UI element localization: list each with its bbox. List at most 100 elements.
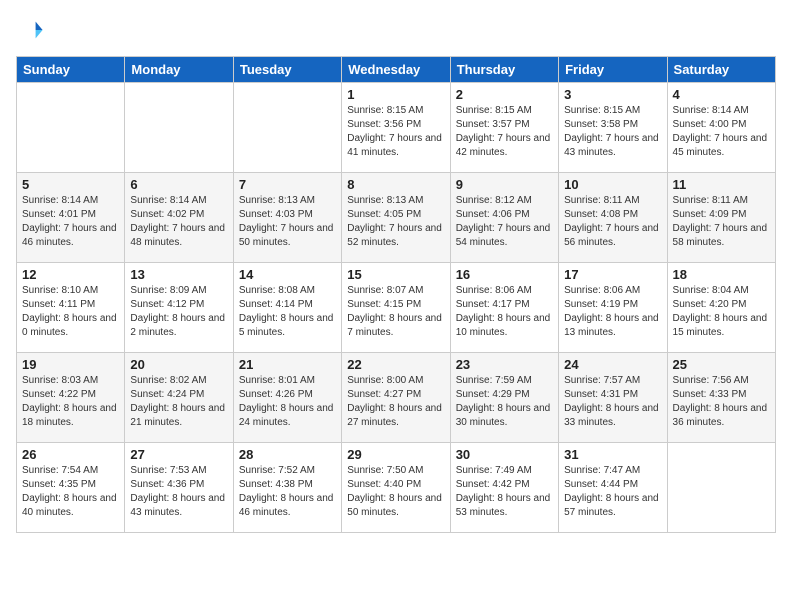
calendar-body: 1 Sunrise: 8:15 AM Sunset: 3:56 PM Daylig… bbox=[17, 83, 776, 533]
day-number: 2 bbox=[456, 87, 553, 102]
calendar-cell: 17 Sunrise: 8:06 AM Sunset: 4:19 PM Dayli… bbox=[559, 263, 667, 353]
day-number: 6 bbox=[130, 177, 227, 192]
day-info: Sunrise: 7:47 AM Sunset: 4:44 PM Dayligh… bbox=[564, 464, 661, 520]
day-number: 12 bbox=[22, 267, 119, 282]
day-info: Sunrise: 7:53 AM Sunset: 4:36 PM Dayligh… bbox=[130, 464, 227, 520]
day-number: 15 bbox=[347, 267, 444, 282]
calendar-cell: 3 Sunrise: 8:15 AM Sunset: 3:58 PM Daylig… bbox=[559, 83, 667, 173]
week-row-4: 19 Sunrise: 8:03 AM Sunset: 4:22 PM Dayli… bbox=[17, 353, 776, 443]
calendar-cell: 5 Sunrise: 8:14 AM Sunset: 4:01 PM Daylig… bbox=[17, 173, 125, 263]
calendar-cell: 27 Sunrise: 7:53 AM Sunset: 4:36 PM Dayli… bbox=[125, 443, 233, 533]
day-info: Sunrise: 8:15 AM Sunset: 3:56 PM Dayligh… bbox=[347, 104, 444, 160]
calendar-cell: 25 Sunrise: 7:56 AM Sunset: 4:33 PM Dayli… bbox=[667, 353, 775, 443]
day-info: Sunrise: 8:08 AM Sunset: 4:14 PM Dayligh… bbox=[239, 284, 336, 340]
day-number: 19 bbox=[22, 357, 119, 372]
day-info: Sunrise: 8:03 AM Sunset: 4:22 PM Dayligh… bbox=[22, 374, 119, 430]
day-number: 13 bbox=[130, 267, 227, 282]
calendar-cell: 1 Sunrise: 8:15 AM Sunset: 3:56 PM Daylig… bbox=[342, 83, 450, 173]
day-number: 31 bbox=[564, 447, 661, 462]
day-header-sunday: Sunday bbox=[17, 57, 125, 83]
week-row-3: 12 Sunrise: 8:10 AM Sunset: 4:11 PM Dayli… bbox=[17, 263, 776, 353]
calendar-cell bbox=[17, 83, 125, 173]
calendar-cell: 16Sunrise: 8:06 AM Sunset: 4:17 PM Dayli… bbox=[450, 263, 558, 353]
calendar-cell: 19 Sunrise: 8:03 AM Sunset: 4:22 PM Dayli… bbox=[17, 353, 125, 443]
day-info: Sunrise: 8:14 AM Sunset: 4:02 PM Dayligh… bbox=[130, 194, 227, 250]
logo bbox=[16, 16, 48, 44]
calendar-cell: 26 Sunrise: 7:54 AM Sunset: 4:35 PM Dayli… bbox=[17, 443, 125, 533]
day-number: 10 bbox=[564, 177, 661, 192]
day-info: Sunrise: 7:56 AM Sunset: 4:33 PM Dayligh… bbox=[673, 374, 770, 430]
day-number: 30 bbox=[456, 447, 553, 462]
calendar-cell: 2 Sunrise: 8:15 AM Sunset: 3:57 PM Daylig… bbox=[450, 83, 558, 173]
calendar-cell: 14 Sunrise: 8:08 AM Sunset: 4:14 PM Dayli… bbox=[233, 263, 341, 353]
day-number: 28 bbox=[239, 447, 336, 462]
day-header-thursday: Thursday bbox=[450, 57, 558, 83]
calendar-cell: 6 Sunrise: 8:14 AM Sunset: 4:02 PM Daylig… bbox=[125, 173, 233, 263]
day-header-monday: Monday bbox=[125, 57, 233, 83]
day-info: Sunrise: 8:13 AM Sunset: 4:05 PM Dayligh… bbox=[347, 194, 444, 250]
day-info: Sunrise: 7:52 AM Sunset: 4:38 PM Dayligh… bbox=[239, 464, 336, 520]
day-number: 4 bbox=[673, 87, 770, 102]
day-number: 25 bbox=[673, 357, 770, 372]
day-info: Sunrise: 8:06 AM Sunset: 4:19 PM Dayligh… bbox=[564, 284, 661, 340]
day-info: Sunrise: 8:06 AM Sunset: 4:17 PM Dayligh… bbox=[456, 284, 553, 340]
day-header-wednesday: Wednesday bbox=[342, 57, 450, 83]
day-info: Sunrise: 8:00 AM Sunset: 4:27 PM Dayligh… bbox=[347, 374, 444, 430]
day-number: 21 bbox=[239, 357, 336, 372]
day-info: Sunrise: 8:11 AM Sunset: 4:09 PM Dayligh… bbox=[673, 194, 770, 250]
day-info: Sunrise: 8:14 AM Sunset: 4:00 PM Dayligh… bbox=[673, 104, 770, 160]
day-number: 18 bbox=[673, 267, 770, 282]
calendar-cell: 31 Sunrise: 7:47 AM Sunset: 4:44 PM Dayli… bbox=[559, 443, 667, 533]
day-info: Sunrise: 8:01 AM Sunset: 4:26 PM Dayligh… bbox=[239, 374, 336, 430]
calendar-cell: 18 Sunrise: 8:04 AM Sunset: 4:20 PM Dayli… bbox=[667, 263, 775, 353]
day-number: 24 bbox=[564, 357, 661, 372]
day-info: Sunrise: 8:15 AM Sunset: 3:57 PM Dayligh… bbox=[456, 104, 553, 160]
calendar-cell: 21 Sunrise: 8:01 AM Sunset: 4:26 PM Dayli… bbox=[233, 353, 341, 443]
calendar-cell: 29 Sunrise: 7:50 AM Sunset: 4:40 PM Dayli… bbox=[342, 443, 450, 533]
day-info: Sunrise: 7:54 AM Sunset: 4:35 PM Dayligh… bbox=[22, 464, 119, 520]
day-info: Sunrise: 8:11 AM Sunset: 4:08 PM Dayligh… bbox=[564, 194, 661, 250]
calendar-cell: 7Sunrise: 8:13 AM Sunset: 4:03 PM Daylig… bbox=[233, 173, 341, 263]
day-number: 17 bbox=[564, 267, 661, 282]
calendar-cell: 13Sunrise: 8:09 AM Sunset: 4:12 PM Dayli… bbox=[125, 263, 233, 353]
calendar-cell: 24Sunrise: 7:57 AM Sunset: 4:31 PM Dayli… bbox=[559, 353, 667, 443]
day-number: 29 bbox=[347, 447, 444, 462]
day-info: Sunrise: 8:15 AM Sunset: 3:58 PM Dayligh… bbox=[564, 104, 661, 160]
day-info: Sunrise: 8:10 AM Sunset: 4:11 PM Dayligh… bbox=[22, 284, 119, 340]
calendar-cell: 15 Sunrise: 8:07 AM Sunset: 4:15 PM Dayli… bbox=[342, 263, 450, 353]
calendar-cell: 20 Sunrise: 8:02 AM Sunset: 4:24 PM Dayli… bbox=[125, 353, 233, 443]
calendar-table: SundayMondayTuesdayWednesdayThursdayFrid… bbox=[16, 56, 776, 533]
calendar-cell bbox=[233, 83, 341, 173]
day-number: 23 bbox=[456, 357, 553, 372]
day-number: 14 bbox=[239, 267, 336, 282]
day-number: 26 bbox=[22, 447, 119, 462]
calendar-header-row: SundayMondayTuesdayWednesdayThursdayFrid… bbox=[17, 57, 776, 83]
calendar-cell: 12 Sunrise: 8:10 AM Sunset: 4:11 PM Dayli… bbox=[17, 263, 125, 353]
calendar-cell: 9Sunrise: 8:12 AM Sunset: 4:06 PM Daylig… bbox=[450, 173, 558, 263]
day-info: Sunrise: 8:02 AM Sunset: 4:24 PM Dayligh… bbox=[130, 374, 227, 430]
calendar-cell bbox=[667, 443, 775, 533]
day-info: Sunrise: 7:49 AM Sunset: 4:42 PM Dayligh… bbox=[456, 464, 553, 520]
day-number: 22 bbox=[347, 357, 444, 372]
day-info: Sunrise: 8:07 AM Sunset: 4:15 PM Dayligh… bbox=[347, 284, 444, 340]
day-info: Sunrise: 8:13 AM Sunset: 4:03 PM Dayligh… bbox=[239, 194, 336, 250]
calendar-cell: 23Sunrise: 7:59 AM Sunset: 4:29 PM Dayli… bbox=[450, 353, 558, 443]
day-info: Sunrise: 8:12 AM Sunset: 4:06 PM Dayligh… bbox=[456, 194, 553, 250]
logo-icon bbox=[16, 16, 44, 44]
day-number: 27 bbox=[130, 447, 227, 462]
day-number: 11 bbox=[673, 177, 770, 192]
page-header bbox=[16, 16, 776, 44]
day-number: 20 bbox=[130, 357, 227, 372]
calendar-cell: 22 Sunrise: 8:00 AM Sunset: 4:27 PM Dayli… bbox=[342, 353, 450, 443]
day-info: Sunrise: 7:50 AM Sunset: 4:40 PM Dayligh… bbox=[347, 464, 444, 520]
calendar-cell: 11 Sunrise: 8:11 AM Sunset: 4:09 PM Dayli… bbox=[667, 173, 775, 263]
day-number: 3 bbox=[564, 87, 661, 102]
day-info: Sunrise: 8:04 AM Sunset: 4:20 PM Dayligh… bbox=[673, 284, 770, 340]
day-number: 5 bbox=[22, 177, 119, 192]
calendar-cell: 28 Sunrise: 7:52 AM Sunset: 4:38 PM Dayli… bbox=[233, 443, 341, 533]
calendar-cell bbox=[125, 83, 233, 173]
week-row-1: 1 Sunrise: 8:15 AM Sunset: 3:56 PM Daylig… bbox=[17, 83, 776, 173]
day-number: 1 bbox=[347, 87, 444, 102]
week-row-2: 5 Sunrise: 8:14 AM Sunset: 4:01 PM Daylig… bbox=[17, 173, 776, 263]
day-info: Sunrise: 8:14 AM Sunset: 4:01 PM Dayligh… bbox=[22, 194, 119, 250]
